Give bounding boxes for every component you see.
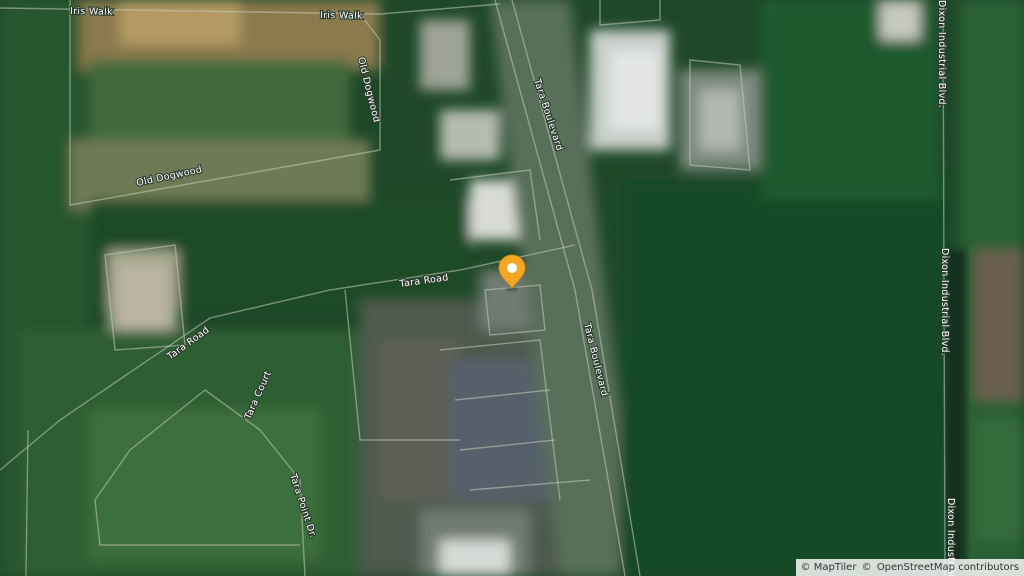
copyright-symbol: © [800,562,811,573]
road-label-dixon-industrial-2: Dixon Industrial Blvd. [939,248,950,356]
road-label-iris-walk-2: Iris Walk [320,10,363,22]
satellite-map[interactable]: Iris Walk Iris Walk Old Dogwood Old Dogw… [0,0,1024,576]
road-label-dixon-industrial-1: Dixon Industrial Blvd. [936,0,947,108]
road-label-iris-walk-1: Iris Walk [70,6,113,18]
openstreetmap-link[interactable]: OpenStreetMap contributors [877,562,1019,573]
maptiler-link[interactable]: MapTiler [814,562,857,573]
map-attribution: © MapTiler © OpenStreetMap contributors [795,559,1024,576]
copyright-symbol-2: © [861,562,872,573]
